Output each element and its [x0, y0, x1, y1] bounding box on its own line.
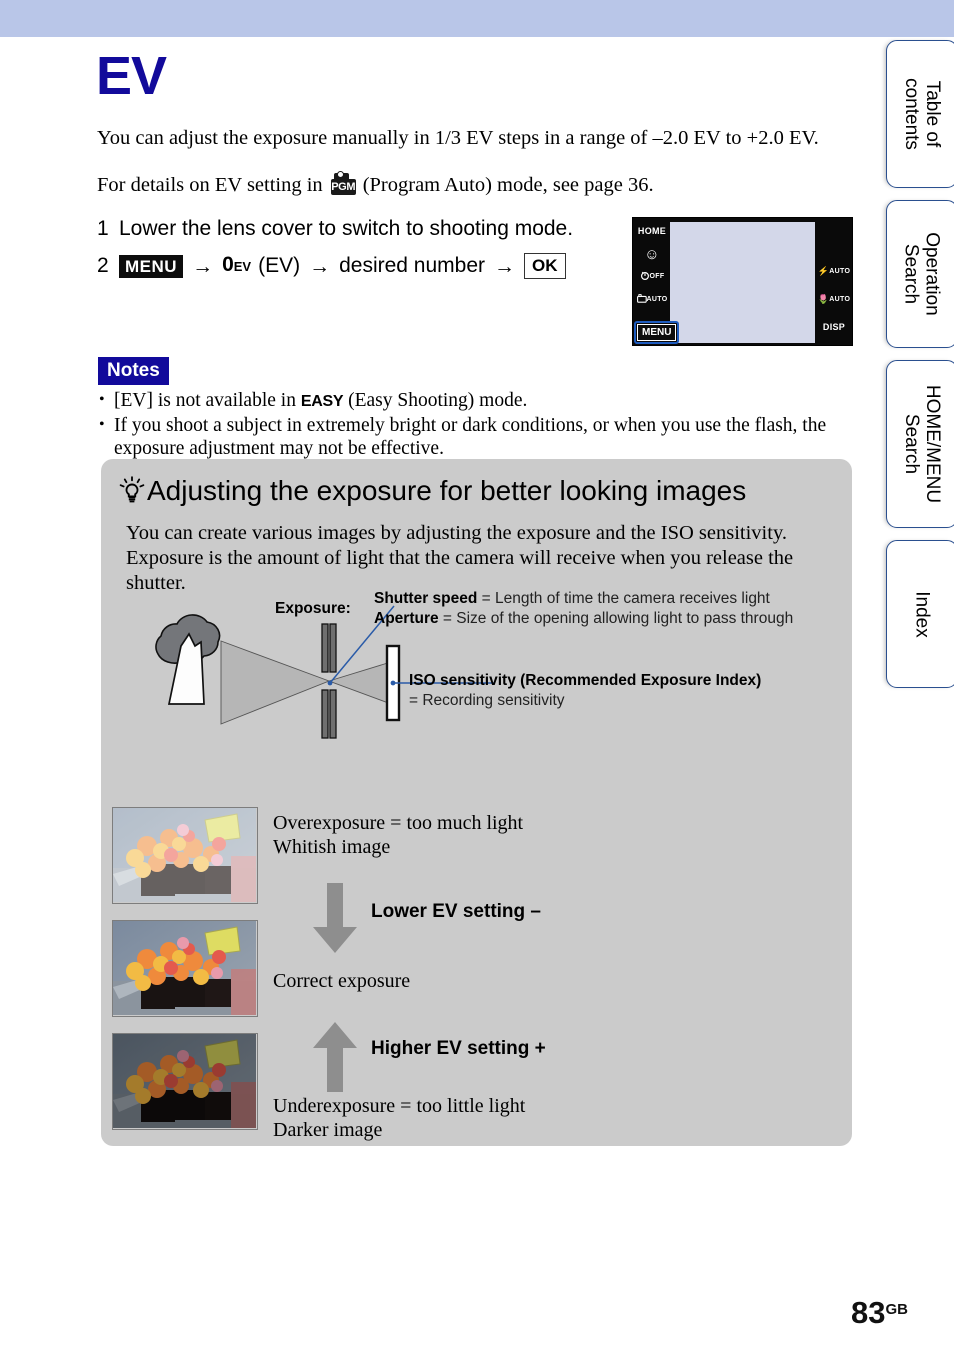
- ev-icon: 0EV: [222, 253, 252, 276]
- header-band: [0, 0, 954, 37]
- exposure-label: Exposure:: [275, 600, 351, 617]
- notes-heading: Notes: [98, 357, 169, 385]
- tree-illustration: [155, 614, 221, 705]
- document-page: Table of contents Operation Search HOME/ME…: [0, 0, 954, 1369]
- camera-self-timer-icon[interactable]: OFF: [636, 270, 668, 282]
- photo-correct-exposure-caption: Correct exposure: [273, 970, 411, 992]
- arrow-down-icon: [309, 883, 361, 955]
- page-number: 83GB: [851, 1295, 908, 1330]
- camera-smile-shutter-icon[interactable]: ☺: [636, 246, 668, 263]
- nav-tab-label: Index: [911, 590, 933, 638]
- camera-menu-button[interactable]: MENU: [637, 324, 677, 341]
- program-auto-mode-icon: PGM: [329, 170, 357, 197]
- camera-screen-illustration: HOME ☺ OFF AUTO ⚡AUTO 🌷AUTO DISP MENU: [632, 217, 853, 346]
- step-1: 1 Lower the lens cover to switch to shoo…: [97, 213, 627, 245]
- step-1-number: 1: [97, 217, 109, 240]
- note-item-1: [EV] is not available in EASY (Easy Shoo…: [98, 388, 838, 413]
- nav-tab-label: HOME/MENU Search: [901, 384, 944, 504]
- exposure-diagram: Exposure: Shutter speed = Length of time…: [109, 584, 849, 749]
- easy-mode-icon: EASY: [300, 393, 344, 410]
- menu-button-badge[interactable]: MENU: [119, 254, 184, 278]
- tip-box: Adjusting the exposure for better lookin…: [101, 459, 852, 1146]
- step-2-number: 2: [97, 254, 109, 277]
- camera-viewport-area: [670, 222, 815, 343]
- camera-flash-auto-icon[interactable]: ⚡AUTO: [817, 266, 851, 277]
- nav-tab-home-menu-search[interactable]: HOME/MENU Search: [886, 360, 954, 528]
- tip-title-row: Adjusting the exposure for better lookin…: [119, 475, 746, 507]
- camera-menu-highlight[interactable]: MENU: [634, 321, 680, 344]
- camera-disp-icon[interactable]: DISP: [817, 322, 851, 332]
- side-navigation-rail: Table of contents Operation Search HOME/ME…: [870, 37, 954, 782]
- ok-button-badge[interactable]: OK: [524, 253, 566, 279]
- step-1-text: Lower the lens cover to switch to shooti…: [119, 217, 574, 240]
- aperture-label: Aperture = Size of the opening allowing …: [374, 610, 794, 627]
- exposure-diagram-graphic: [155, 605, 494, 739]
- arrow-up-icon: [309, 1020, 361, 1092]
- ev-paren-label: (EV): [258, 254, 301, 277]
- step-arrow-icon-3: →: [494, 254, 516, 278]
- iso-sensitivity-sublabel: = Recording sensitivity: [409, 692, 565, 709]
- lower-ev-setting-label: Lower EV setting –: [371, 901, 541, 922]
- camera-home-icon[interactable]: HOME: [636, 226, 668, 236]
- note-item-2: If you shoot a subject in extremely brig…: [98, 413, 838, 460]
- shutter-speed-label: Shutter speed = Length of time the camer…: [374, 590, 770, 607]
- photo-underexposed: [112, 1033, 258, 1130]
- nav-tab-label: Table of contents: [901, 78, 944, 150]
- nav-tab-table-of-contents[interactable]: Table of contents: [886, 40, 954, 188]
- tip-title-text: Adjusting the exposure for better lookin…: [147, 475, 747, 506]
- intro-paragraph: You can adjust the exposure manually in …: [97, 127, 819, 149]
- pgm-reference-prefix: For details on EV setting in: [97, 174, 323, 196]
- page-title: EV: [96, 46, 167, 106]
- camera-macro-auto-icon[interactable]: 🌷AUTO: [817, 294, 851, 305]
- nav-tab-label: Operation Search: [901, 232, 944, 316]
- notes-list: [EV] is not available in EASY (Easy Shoo…: [98, 388, 838, 461]
- step-arrow-icon: →: [192, 254, 214, 278]
- pgm-icon-label: PGM: [330, 179, 356, 195]
- step-arrow-icon-2: →: [309, 254, 331, 278]
- note-1-prefix: [EV] is not available in: [114, 390, 296, 411]
- nav-tab-index[interactable]: Index: [886, 540, 954, 688]
- camera-burst-mode-icon[interactable]: AUTO: [636, 293, 668, 305]
- step-2: 2 MENU → 0EV (EV) → desired number → OK: [97, 249, 627, 283]
- photo-correct-exposure: [112, 920, 258, 1017]
- iso-sensitivity-label: ISO sensitivity (Recommended Exposure In…: [409, 672, 762, 689]
- nav-tab-operation-search[interactable]: Operation Search: [886, 200, 954, 348]
- photo-overexposed-caption: Overexposure = too much light Whitish im…: [273, 812, 524, 858]
- photo-underexposed-caption: Underexposure = too little light Darker …: [273, 1095, 526, 1141]
- procedure-steps: 1 Lower the lens cover to switch to shoo…: [97, 213, 627, 287]
- photo-overexposed: [112, 807, 258, 904]
- pgm-reference-suffix: (Program Auto) mode, see page 36.: [362, 174, 654, 196]
- desired-number-label: desired number: [339, 254, 486, 277]
- note-1-suffix: (Easy Shooting) mode.: [348, 390, 528, 411]
- higher-ev-setting-label: Higher EV setting +: [371, 1038, 546, 1059]
- lightbulb-icon: [119, 476, 145, 506]
- program-auto-reference-line: For details on EV setting in PGM (Progra…: [97, 170, 857, 200]
